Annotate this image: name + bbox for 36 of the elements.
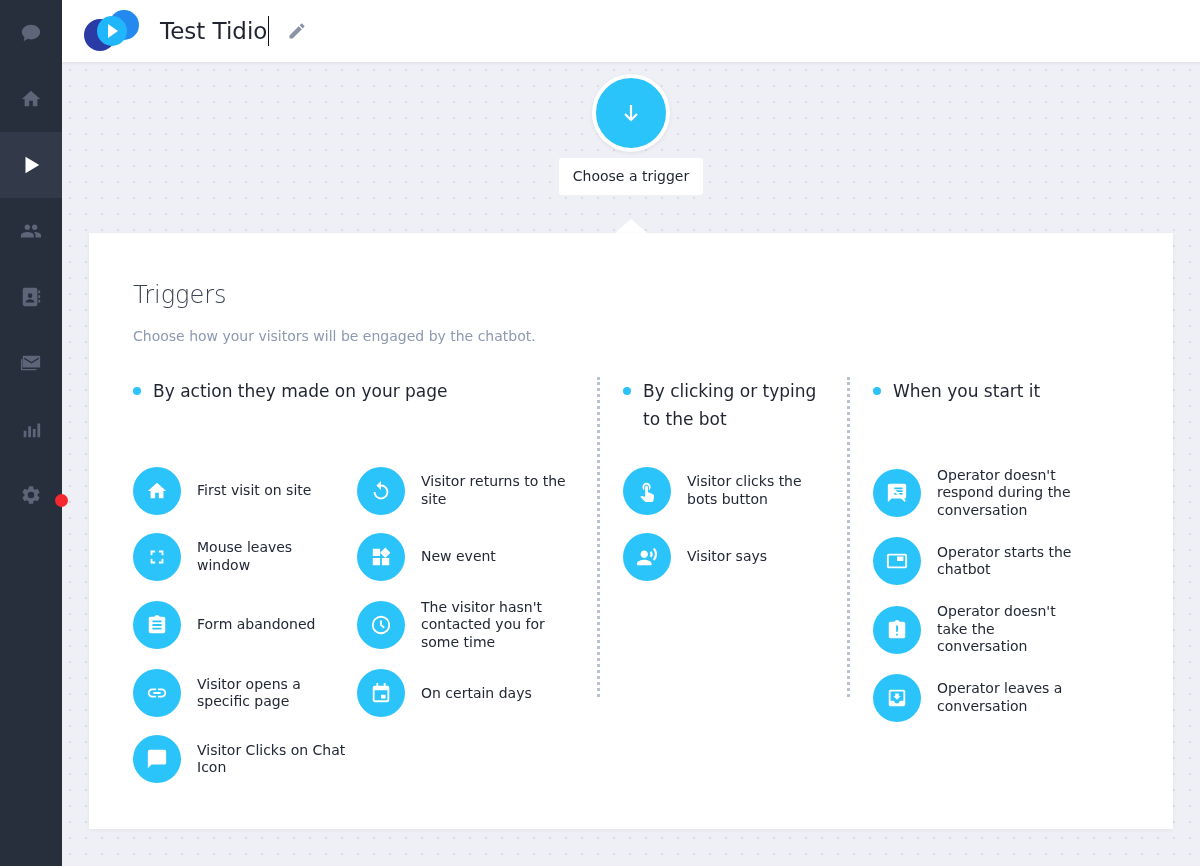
bullet-dot [133, 386, 141, 395]
trigger-option[interactable]: Mouse leaves window [133, 532, 357, 581]
trigger-option[interactable]: Visitor clicks the bots button [623, 466, 823, 515]
logo-icon [82, 9, 142, 53]
alert-clipboard-icon [886, 618, 908, 641]
trigger-option[interactable]: Operator doesn't respond during the conversation [873, 466, 1088, 520]
panel-subtitle: Choose how your visitors will be engaged by the chatbot. [133, 326, 537, 346]
bullet-dot [623, 386, 631, 395]
trigger-option[interactable]: On certain days [357, 669, 573, 718]
choose-trigger-label[interactable]: Choose a trigger [558, 158, 704, 195]
clock-icon [370, 614, 392, 637]
trigger-option[interactable]: New event [357, 532, 573, 581]
trigger-option[interactable]: Visitor opens a specific page [133, 669, 357, 718]
group-title: When you start it [893, 379, 1041, 403]
trigger-option[interactable]: Form abandoned [133, 598, 357, 652]
trigger-option[interactable]: Visitor says [623, 532, 823, 581]
trigger-option[interactable]: Operator doesn't take the conversation [873, 603, 1088, 656]
bot-name[interactable]: Test Tidio [160, 16, 270, 46]
contact-book-icon [20, 286, 42, 308]
chat-bubble-icon [20, 22, 42, 44]
panel-title: Triggers [133, 281, 228, 310]
tiles-icon [370, 545, 392, 568]
trigger-option[interactable]: First visit on site [133, 466, 357, 515]
group-title: By action they made on your page [153, 379, 448, 403]
speaking-person-icon [636, 545, 658, 568]
trigger-option[interactable]: Operator starts the chatbot [873, 537, 1088, 586]
trigger-option[interactable]: Visitor Clicks on Chat Icon [133, 735, 357, 784]
sidebar-item[interactable] [0, 132, 62, 198]
group-title: By clicking or typing to the bot [643, 379, 818, 431]
trigger-option[interactable]: Operator leaves a conversation [873, 673, 1088, 722]
calendar-icon [370, 682, 392, 705]
bullet-dot [873, 386, 881, 395]
settings-icon [20, 484, 42, 506]
trigger-option[interactable]: The visitor hasn't contacted you for some time [357, 598, 573, 652]
trigger-option[interactable]: Visitor returns to the site [357, 466, 573, 515]
crossed-chat-icon [886, 482, 908, 505]
